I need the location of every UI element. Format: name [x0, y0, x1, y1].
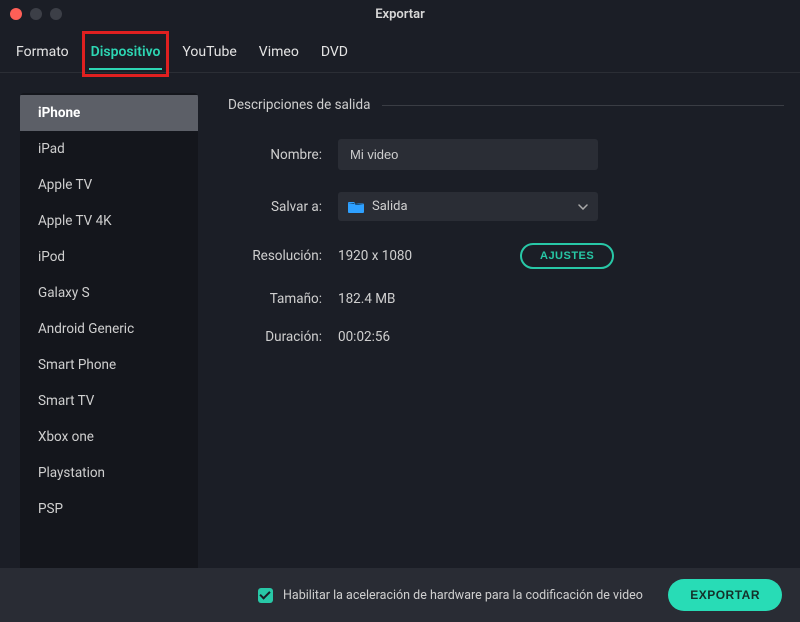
row-duration: Duración: 00:02:56 — [228, 329, 784, 345]
window-title: Exportar — [0, 7, 800, 22]
maximize-window-icon[interactable] — [50, 8, 62, 20]
section-title: Descripciones de salida — [228, 97, 370, 113]
label-duration: Duración: — [228, 329, 322, 345]
sidebar-item-xbox-one[interactable]: Xbox one — [20, 419, 198, 455]
row-save-to: Salvar a: Salida — [228, 192, 784, 221]
row-size: Tamaño: 182.4 MB — [228, 291, 784, 307]
sidebar-item-playstation[interactable]: Playstation — [20, 455, 198, 491]
tab-dvd[interactable]: DVD — [319, 38, 350, 70]
sidebar-item-smart-tv[interactable]: Smart TV — [20, 383, 198, 419]
checkbox-checked-icon[interactable] — [258, 588, 273, 603]
folder-icon — [348, 200, 364, 213]
footer-bar: Habilitar la aceleración de hardware par… — [0, 568, 800, 622]
window-traffic-lights — [10, 8, 62, 20]
tab-youtube[interactable]: YouTube — [180, 38, 238, 70]
sidebar-item-apple-tv[interactable]: Apple TV — [20, 167, 198, 203]
label-size: Tamaño: — [228, 291, 322, 307]
main-area: iPhone iPad Apple TV Apple TV 4K iPod Ga… — [0, 73, 800, 578]
sidebar-item-galaxy-s[interactable]: Galaxy S — [20, 275, 198, 311]
sidebar-item-android-generic[interactable]: Android Generic — [20, 311, 198, 347]
sidebar-item-ipod[interactable]: iPod — [20, 239, 198, 275]
label-name: Nombre: — [228, 147, 322, 163]
minimize-window-icon[interactable] — [30, 8, 42, 20]
sidebar-item-apple-tv-4k[interactable]: Apple TV 4K — [20, 203, 198, 239]
close-window-icon[interactable] — [10, 8, 22, 20]
section-divider — [382, 105, 784, 106]
hw-accel-label: Habilitar la aceleración de hardware par… — [283, 588, 643, 603]
titlebar: Exportar — [0, 0, 800, 28]
hw-accel-toggle[interactable]: Habilitar la aceleración de hardware par… — [258, 588, 643, 603]
section-header: Descripciones de salida — [228, 97, 784, 113]
export-tabs: Formato Dispositivo YouTube Vimeo DVD — [0, 28, 800, 73]
sidebar-item-ipad[interactable]: iPad — [20, 131, 198, 167]
tab-formato[interactable]: Formato — [14, 38, 71, 70]
row-name: Nombre: — [228, 139, 784, 170]
chevron-down-icon — [578, 204, 588, 210]
tab-dispositivo[interactable]: Dispositivo — [89, 38, 163, 70]
label-resolution: Resolución: — [228, 248, 322, 264]
size-value: 182.4 MB — [338, 291, 518, 307]
save-to-select[interactable]: Salida — [338, 192, 598, 221]
device-sidebar: iPhone iPad Apple TV Apple TV 4K iPod Ga… — [20, 93, 198, 578]
duration-value: 00:02:56 — [338, 329, 518, 345]
row-resolution: Resolución: 1920 x 1080 AJUSTES — [228, 243, 784, 269]
save-to-value: Salida — [372, 199, 588, 214]
label-save-to: Salvar a: — [228, 199, 322, 215]
sidebar-item-smart-phone[interactable]: Smart Phone — [20, 347, 198, 383]
tab-vimeo[interactable]: Vimeo — [257, 38, 301, 70]
name-input[interactable] — [338, 139, 598, 170]
settings-button[interactable]: AJUSTES — [520, 243, 614, 269]
resolution-value: 1920 x 1080 — [338, 248, 518, 264]
output-panel: Descripciones de salida Nombre: Salvar a… — [228, 93, 784, 578]
export-button[interactable]: EXPORTAR — [668, 579, 782, 611]
sidebar-item-iphone[interactable]: iPhone — [20, 95, 198, 131]
sidebar-item-psp[interactable]: PSP — [20, 491, 198, 527]
